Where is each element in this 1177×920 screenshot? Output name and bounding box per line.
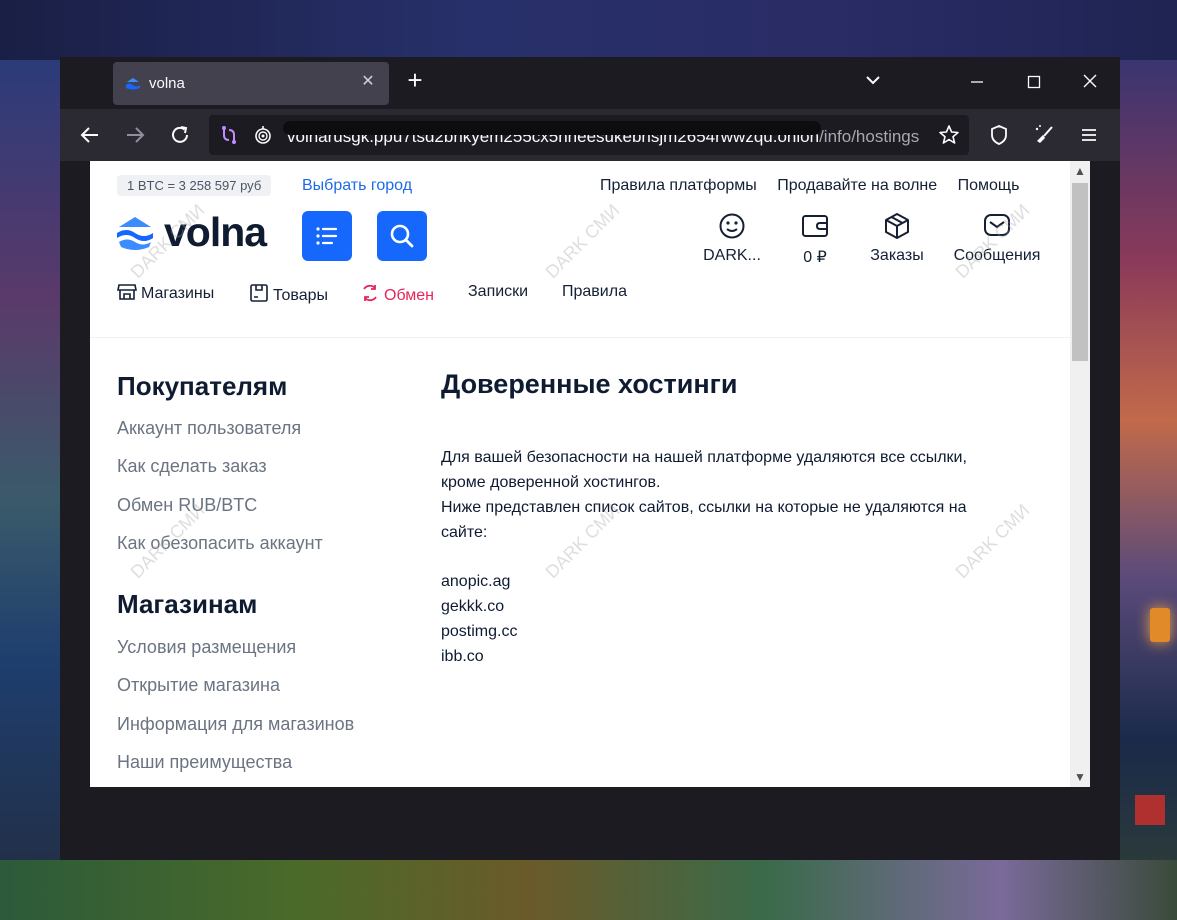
nav-shops[interactable]: Магазины — [117, 283, 214, 303]
onion-icon[interactable] — [253, 125, 273, 145]
sidebar-link-secure-account[interactable]: Как обезопасить аккаунт — [117, 533, 323, 554]
forward-icon[interactable] — [123, 123, 147, 147]
orders-label: Заказы — [870, 247, 924, 264]
intro-line-4: сайте: — [441, 524, 488, 541]
logo-text[interactable]: volna — [164, 209, 267, 256]
close-window-icon[interactable] — [1076, 69, 1104, 97]
intro-line-3: Ниже представлен список сайтов, ссылки н… — [441, 499, 967, 516]
sidebar-link-how-to-order[interactable]: Как сделать заказ — [117, 456, 267, 477]
list-icon — [316, 227, 338, 245]
shop-icon — [117, 284, 137, 300]
balance-button[interactable]: 0 ₽ — [790, 211, 840, 267]
nav-exchange[interactable]: Обмен — [360, 283, 434, 305]
volna-logo-icon[interactable] — [115, 213, 155, 253]
watermark: DARK СМИ — [541, 200, 624, 283]
lantern-decoration — [1150, 608, 1170, 642]
messages-button[interactable]: Сообщения — [950, 211, 1044, 265]
reload-icon[interactable] — [168, 123, 192, 147]
sidebar-link-open-shop[interactable]: Открытие магазина — [117, 675, 280, 696]
nav-goods-label: Товары — [273, 287, 329, 304]
sell-on-volna-link[interactable]: Продавайте на волне — [777, 177, 937, 194]
buyers-heading: Покупателям — [117, 371, 288, 401]
wallpaper-right — [1120, 60, 1177, 860]
hosting-item: gekkk.co — [441, 598, 505, 615]
intro-line-1: Для вашей безопасности на нашей платформ… — [441, 449, 967, 466]
sidebar-link-user-account[interactable]: Аккаунт пользователя — [117, 418, 301, 439]
address-bar[interactable]: volnarusgk.ppu7tsd2bhkyem255cx5hneesukeb… — [209, 115, 969, 155]
exchange-icon — [363, 284, 377, 302]
messages-label: Сообщения — [953, 247, 1041, 264]
platform-rules-link[interactable]: Правила платформы — [600, 177, 757, 194]
menu-icon[interactable] — [1077, 123, 1101, 147]
top-links: Правила платформы Продавайте на волне По… — [600, 177, 1019, 195]
intro-line-2: кроме доверенной хостингов. — [441, 474, 661, 491]
hosting-item: postimg.cc — [441, 623, 518, 640]
sidebar-link-placement-terms[interactable]: Условия размещения — [117, 637, 296, 658]
sidebar-link-advantages[interactable]: Наши преимущества — [117, 752, 292, 773]
wallet-icon — [802, 215, 828, 237]
balance-label: 0 ₽ — [803, 249, 827, 266]
header-divider — [90, 337, 1070, 338]
box-icon — [885, 213, 909, 239]
shops-heading: Магазинам — [117, 589, 258, 619]
sidebar-link-shop-info[interactable]: Информация для магазинов — [117, 714, 354, 735]
btc-rate-badge: 1 BTC = 3 258 597 руб — [117, 175, 272, 196]
tab-bar: volna ✕ + — [60, 57, 1120, 109]
wallpaper-left — [0, 60, 60, 860]
volna-favicon-icon — [126, 78, 140, 90]
back-icon[interactable] — [78, 123, 102, 147]
scroll-down-icon[interactable]: ▼ — [1070, 767, 1090, 787]
tor-circuit-icon[interactable] — [219, 125, 239, 145]
navigation-toolbar: volnarusgk.ppu7tsd2bhkyem255cx5hneesukeb… — [60, 109, 1120, 161]
wallpaper-top — [0, 0, 1177, 60]
page-viewport: 1 BTC = 3 258 597 руб Выбрать город Прав… — [90, 161, 1090, 787]
search-icon — [390, 224, 414, 248]
url-path: /info/hostings — [819, 127, 920, 146]
shield-icon[interactable] — [987, 123, 1011, 147]
scroll-thumb[interactable] — [1072, 183, 1088, 361]
profile-button[interactable]: DARK... — [702, 211, 762, 265]
browser-window: volna ✕ + volnarusgk.ppu7tsd2bhkyem255cx… — [60, 57, 1120, 860]
profile-label: DARK... — [703, 247, 761, 264]
minimize-icon[interactable] — [963, 69, 991, 97]
nav-goods[interactable]: Товары — [249, 283, 328, 305]
message-icon — [984, 214, 1010, 236]
help-link[interactable]: Помощь — [958, 177, 1020, 194]
hosting-item: anopic.ag — [441, 573, 511, 590]
page-title: Доверенные хостинги — [441, 369, 738, 399]
bookmark-star-icon[interactable] — [938, 124, 960, 146]
sidebar-link-exchange[interactable]: Обмен RUB/BTC — [117, 495, 257, 516]
url-redaction — [283, 121, 821, 135]
list-tabs-icon[interactable] — [859, 69, 887, 97]
wallpaper-bottom — [0, 860, 1177, 920]
nav-exchange-label: Обмен — [384, 287, 434, 304]
catalog-menu-button[interactable] — [302, 211, 352, 261]
window-decoration — [1135, 795, 1165, 825]
tab-volna[interactable]: volna ✕ — [113, 62, 389, 105]
scroll-up-icon[interactable]: ▲ — [1070, 161, 1090, 181]
search-button[interactable] — [377, 211, 427, 261]
nav-notes[interactable]: Записки — [468, 283, 528, 301]
hosting-item: ibb.co — [441, 648, 484, 665]
select-city-link[interactable]: Выбрать город — [302, 177, 412, 195]
nav-notes-label: Записки — [468, 283, 529, 300]
nav-rules-label: Правила — [562, 283, 627, 300]
new-tab-button[interactable]: + — [403, 67, 427, 93]
smiley-icon — [719, 213, 745, 239]
new-identity-broom-icon[interactable] — [1032, 123, 1056, 147]
page-scrollbar[interactable]: ▲ ▼ — [1070, 161, 1090, 787]
maximize-icon[interactable] — [1020, 69, 1048, 97]
tab-title: volna — [149, 75, 185, 92]
nav-rules[interactable]: Правила — [562, 283, 627, 301]
orders-button[interactable]: Заказы — [864, 211, 930, 265]
goods-icon — [250, 284, 268, 302]
nav-shops-label: Магазины — [141, 285, 215, 302]
tab-close-icon[interactable]: ✕ — [357, 71, 379, 93]
